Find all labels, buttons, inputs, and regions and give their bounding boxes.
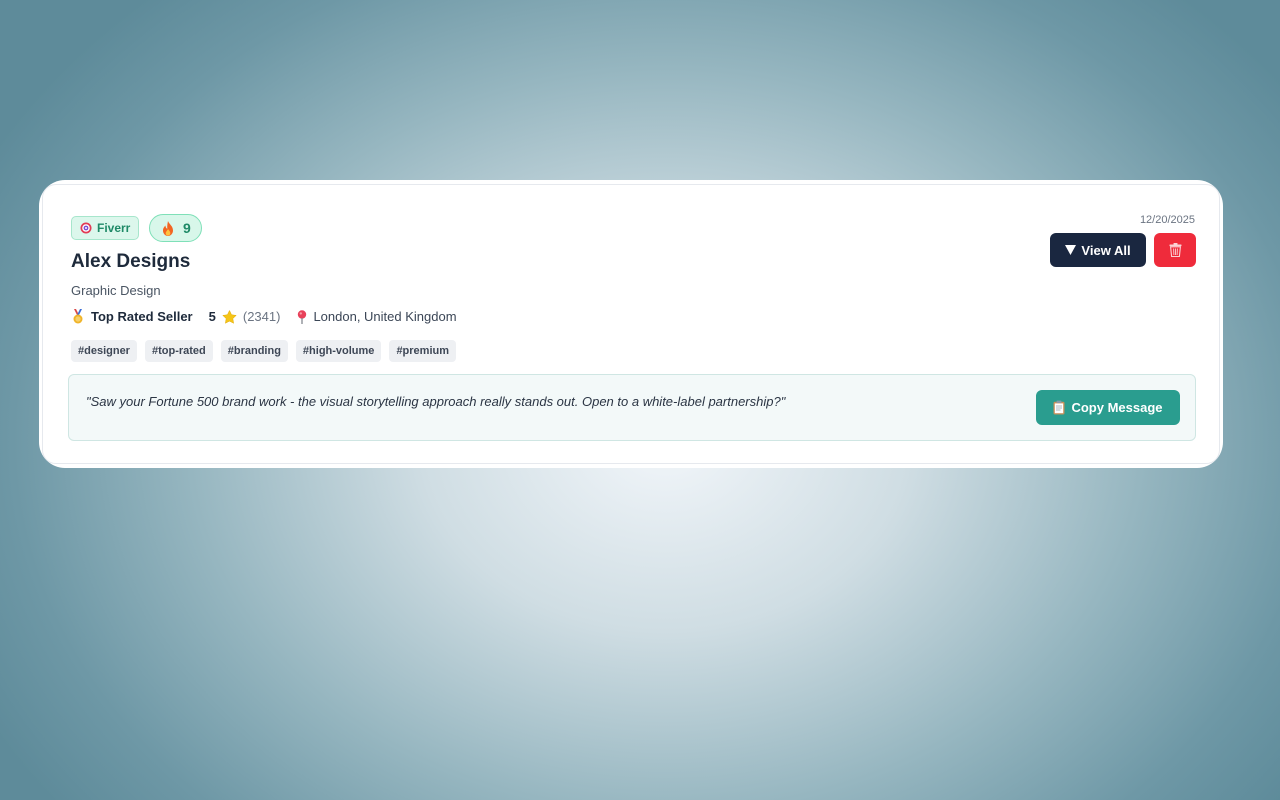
copy-message-button[interactable]: Copy Message xyxy=(1036,390,1180,425)
platform-label: Fiverr xyxy=(97,221,131,235)
lead-name: Alex Designs xyxy=(71,251,191,272)
trash-icon xyxy=(1169,243,1182,257)
tag-item: #designer xyxy=(71,340,137,362)
pin-icon xyxy=(297,309,307,324)
platform-badge: Fiverr xyxy=(71,216,140,240)
tag-item: #premium xyxy=(389,340,457,362)
copy-message-label: Copy Message xyxy=(1071,400,1163,415)
lead-card: Fiverr 9 Alex Designs Graphic Design Top… xyxy=(39,180,1223,468)
tag-list: #designer #top-rated #branding #high-vol… xyxy=(71,340,457,362)
medal-icon xyxy=(71,309,85,324)
lead-date: 12/20/2025 xyxy=(1139,214,1195,226)
score-badge: 9 xyxy=(149,214,202,242)
rating-value: 5 xyxy=(208,309,216,324)
lead-card-inner: Fiverr 9 Alex Designs Graphic Design Top… xyxy=(42,184,1220,464)
view-all-button[interactable]: View All xyxy=(1050,233,1146,267)
message-text: "Saw your Fortune 500 brand work - the v… xyxy=(86,394,786,409)
tag-item: #branding xyxy=(220,340,288,362)
delete-button[interactable] xyxy=(1154,233,1196,267)
message-box: "Saw your Fortune 500 brand work - the v… xyxy=(68,374,1196,441)
star-icon xyxy=(222,309,237,324)
clipboard-icon xyxy=(1053,400,1065,415)
tag-item: #top-rated xyxy=(144,340,213,362)
score-value: 9 xyxy=(183,220,191,236)
triangle-down-icon xyxy=(1065,245,1077,255)
seller-level: Top Rated Seller xyxy=(91,309,193,324)
location-text: London, United Kingdom xyxy=(313,309,457,324)
fire-icon xyxy=(162,220,174,236)
view-all-label: View All xyxy=(1081,242,1131,258)
lead-category: Graphic Design xyxy=(71,283,161,298)
review-count: (2341) xyxy=(242,309,281,324)
lead-meta-row: Top Rated Seller 5 (2341) London, United… xyxy=(71,309,457,324)
target-icon xyxy=(80,222,92,234)
tag-item: #high-volume xyxy=(295,340,382,362)
